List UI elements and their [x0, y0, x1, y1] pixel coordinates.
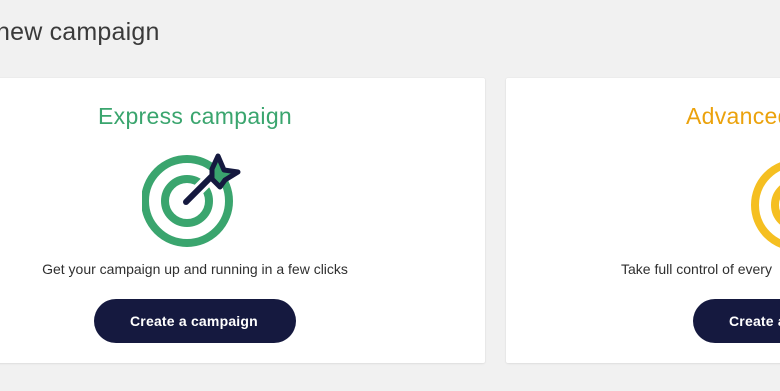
advanced-campaign-card[interactable]: Advanced Take full control of every Crea…	[506, 78, 780, 363]
target-icon	[751, 162, 780, 248]
create-campaign-button[interactable]: Create a campaign	[94, 299, 296, 343]
express-campaign-description: Get your campaign up and running in a fe…	[42, 261, 348, 277]
express-campaign-card[interactable]: Express campaign Get your campaign up an…	[0, 78, 485, 363]
target-dart-icon	[142, 153, 241, 247]
advanced-campaign-title: Advanced	[686, 103, 780, 129]
page-title: new campaign	[0, 18, 160, 46]
express-campaign-title: Express campaign	[98, 103, 292, 129]
advanced-campaign-description: Take full control of every	[621, 261, 772, 277]
create-advanced-campaign-button[interactable]: Create a	[693, 299, 780, 343]
